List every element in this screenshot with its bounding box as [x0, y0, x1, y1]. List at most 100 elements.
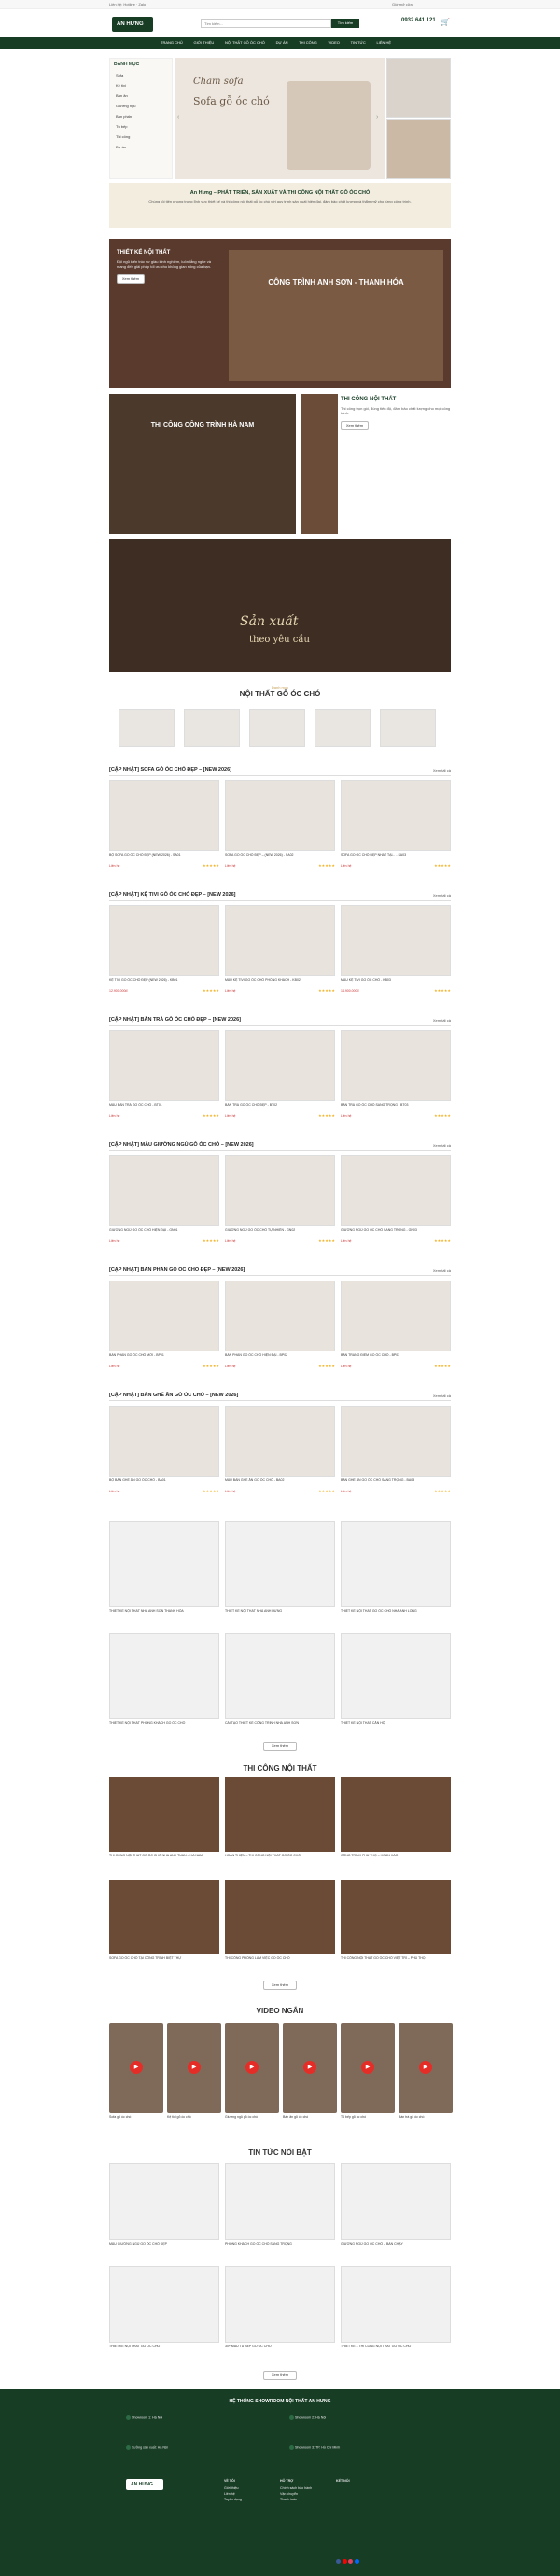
card[interactable]: THI CÔNG PHÒNG LÀM VIỆC GỖ ÓC CHÓ: [225, 1880, 335, 1975]
product-name[interactable]: GIƯỜNG NGỦ GỖ ÓC CHÓ HIỆN ĐẠI - GN01: [109, 1228, 219, 1238]
sidebar-item[interactable]: Bàn phấn: [110, 111, 172, 121]
sidebar-item[interactable]: Tủ bếp: [110, 121, 172, 132]
product-name[interactable]: MẪU BÀN GHẾ ĂN GỖ ÓC CHÓ - BA02: [225, 1478, 335, 1488]
product-card[interactable]: SOFA GỖ ÓC CHÓ ĐẸP – (NEW 2026) - SA02 Li…: [225, 780, 335, 874]
card-title[interactable]: THIẾT KẾ NỘI THẤT GỖ ÓC CHÓ NHÀ ANH LONG: [341, 1609, 451, 1620]
product-name[interactable]: MẪU KỆ TIVI GỖ ÓC CHÓ - KB03: [341, 978, 451, 987]
product-name[interactable]: BÀN TRÀ GỖ ÓC CHÓ ĐẸP - BT02: [225, 1103, 335, 1113]
sidebar-item[interactable]: Kệ tivi: [110, 80, 172, 91]
card-title[interactable]: GIƯỜNG NGỦ GỖ ÓC CHÓ – BÁN CHẠY: [341, 2242, 451, 2253]
hero-side-image-2[interactable]: [386, 119, 451, 179]
production-banner[interactable]: Sản xuất theo yêu cầu: [109, 539, 451, 672]
card[interactable]: THIẾT KẾ – THI CÔNG NỘI THẤT GỖ ÓC CHÓ: [341, 2266, 451, 2361]
card-image[interactable]: [225, 1633, 335, 1719]
product-card[interactable]: GIƯỜNG NGỦ GỖ ÓC CHÓ HIỆN ĐẠI - GN01 Liên…: [109, 1155, 219, 1249]
product-card[interactable]: BÀN PHẤN GỖ ÓC CHÓ HIỆN ĐẠI - BP02 Liên h…: [225, 1281, 335, 1374]
card-title[interactable]: MẪU GIƯỜNG NGỦ GỖ ÓC CHÓ ĐẸP: [109, 2242, 219, 2253]
nav-news[interactable]: TIN TỨC: [351, 40, 366, 45]
product-image[interactable]: [341, 780, 451, 851]
card[interactable]: CÔNG TRÌNH PHÚ THỌ – HOÀN HẢO: [341, 1777, 451, 1872]
card-title[interactable]: THIẾT KẾ NỘI THẤT PHÒNG KHÁCH GỖ ÓC CHÓ: [109, 1721, 219, 1732]
card-image[interactable]: [225, 1521, 335, 1607]
card-image[interactable]: [109, 2163, 219, 2240]
news-more-button[interactable]: Xem thêm: [263, 2371, 297, 2380]
projects-more-button[interactable]: Xem thêm: [263, 1742, 297, 1751]
category-thumb[interactable]: [119, 709, 175, 747]
product-name[interactable]: BÀN TRANG ĐIỂM GỖ ÓC CHÓ - BP03: [341, 1353, 451, 1363]
card[interactable]: GIƯỜNG NGỦ GỖ ÓC CHÓ – BÁN CHẠY: [341, 2163, 451, 2259]
logo[interactable]: AN HƯNG: [112, 17, 153, 32]
search-button[interactable]: Tìm kiếm: [331, 19, 359, 28]
search-input[interactable]: [201, 19, 331, 28]
product-image[interactable]: [225, 1281, 335, 1351]
view-all-link[interactable]: Xem tất cả: [433, 1268, 451, 1273]
product-image[interactable]: [109, 780, 219, 851]
footer-link[interactable]: Thanh toán: [280, 2498, 297, 2502]
hotline-number[interactable]: 0932 641 121: [401, 18, 436, 23]
card[interactable]: PHÒNG KHÁCH GỖ ÓC CHÓ SANG TRỌNG: [225, 2163, 335, 2259]
card-image[interactable]: [109, 1880, 219, 1954]
view-all-link[interactable]: Xem tất cả: [433, 1018, 451, 1023]
product-card[interactable]: BÀN TRANG ĐIỂM GỖ ÓC CHÓ - BP03 Liên hệ ★★…: [341, 1281, 451, 1374]
video-card[interactable]: ▶ Tủ bếp gỗ óc chó: [341, 2023, 395, 2124]
product-name[interactable]: BỘ BÀN GHẾ ĂN GỖ ÓC CHÓ - BA01: [109, 1478, 219, 1488]
card[interactable]: THIẾT KẾ NỘI THẤT PHÒNG KHÁCH GỖ ÓC CHÓ: [109, 1633, 219, 1738]
product-image[interactable]: [109, 1281, 219, 1351]
card-image[interactable]: [109, 1521, 219, 1607]
card[interactable]: SOFA GỖ ÓC CHÓ TẠI CÔNG TRÌNH BIỆT THỰ: [109, 1880, 219, 1975]
footer-link[interactable]: Chính sách bảo hành: [280, 2486, 312, 2491]
nav-video[interactable]: VIDEO: [328, 40, 339, 45]
construction-more-button[interactable]: Xem thêm: [341, 421, 369, 430]
hero-side-image-1[interactable]: [386, 58, 451, 118]
product-name[interactable]: GIƯỜNG NGỦ GỖ ÓC CHÓ SANG TRỌNG - GN03: [341, 1228, 451, 1238]
product-name[interactable]: BÀN PHẤN GỖ ÓC CHÓ MỚI - BP01: [109, 1353, 219, 1363]
card-title[interactable]: THI CÔNG PHÒNG LÀM VIỆC GỖ ÓC CHÓ: [225, 1956, 335, 1967]
card-image[interactable]: [341, 1777, 451, 1852]
card-image[interactable]: [341, 1521, 451, 1607]
card-title[interactable]: THIẾT KẾ NỘI THẤT CĂN HỘ: [341, 1721, 451, 1732]
card[interactable]: HOÀN THIỆN – THI CÔNG NỘI THẤT GỖ ÓC CHÓ: [225, 1777, 335, 1872]
cart-icon[interactable]: 🛒: [441, 18, 450, 26]
video-card[interactable]: ▶ Bàn ăn gỗ óc chó: [283, 2023, 337, 2124]
card-title[interactable]: PHÒNG KHÁCH GỖ ÓC CHÓ SANG TRỌNG: [225, 2242, 335, 2253]
product-name[interactable]: BÀN GHẾ ĂN GỖ ÓC CHÓ SANG TRỌNG - BA03: [341, 1478, 451, 1488]
card-title[interactable]: CÔNG TRÌNH PHÚ THỌ – HOÀN HẢO: [341, 1854, 451, 1865]
card-image[interactable]: [225, 1880, 335, 1954]
product-card[interactable]: KỆ TIVI GỖ ÓC CHÓ ĐẸP (NEW 2026) - KB01 1…: [109, 905, 219, 999]
card[interactable]: THIẾT KẾ NỘI THẤT NHÀ ANH SƠN THANH HÓA: [109, 1521, 219, 1626]
play-icon[interactable]: ▶: [361, 2061, 374, 2074]
play-icon[interactable]: ▶: [303, 2061, 316, 2074]
product-image[interactable]: [225, 1155, 335, 1226]
product-card[interactable]: GIƯỜNG NGỦ GỖ ÓC CHÓ TỰ NHIÊN - GN02 Liên…: [225, 1155, 335, 1249]
card[interactable]: THIẾT KẾ NỘI THẤT CĂN HỘ: [341, 1633, 451, 1738]
design-banner[interactable]: CÔNG TRÌNH ANH SƠN - THANH HÓA: [229, 250, 443, 381]
product-card[interactable]: BỘ BÀN GHẾ ĂN GỖ ÓC CHÓ - BA01 Liên hệ ★★★…: [109, 1406, 219, 1499]
card-title[interactable]: THIẾT KẾ NỘI THẤT NHÀ ANH SƠN THANH HÓA: [109, 1609, 219, 1620]
play-icon[interactable]: ▶: [245, 2061, 259, 2074]
footer-link[interactable]: Liên hệ: [224, 2492, 235, 2497]
card[interactable]: THIẾT KẾ NỘI THẤT GỖ ÓC CHÓ: [109, 2266, 219, 2361]
zalo-icon[interactable]: [355, 2559, 360, 2564]
category-thumb[interactable]: [184, 709, 240, 747]
product-card[interactable]: SOFA GỖ ÓC CHÓ ĐẸP NHẤT TẠI... - SA03 Liê…: [341, 780, 451, 874]
product-card[interactable]: BÀN PHẤN GỖ ÓC CHÓ MỚI - BP01 Liên hệ ★★★★…: [109, 1281, 219, 1374]
product-card[interactable]: GIƯỜNG NGỦ GỖ ÓC CHÓ SANG TRỌNG - GN03 Li…: [341, 1155, 451, 1249]
card-title[interactable]: THI CÔNG NỘI THẤT GỖ ÓC CHÓ VIỆT TRÌ – P…: [341, 1956, 451, 1967]
product-image[interactable]: [109, 1155, 219, 1226]
product-card[interactable]: MẪU BÀN TRÀ GỖ ÓC CHÓ - BT01 Liên hệ ★★★★★: [109, 1030, 219, 1124]
product-card[interactable]: MẪU KỆ TIVI GỖ ÓC CHÓ - KB03 14.900.000đ ★…: [341, 905, 451, 999]
card-image[interactable]: [341, 1880, 451, 1954]
product-name[interactable]: GIƯỜNG NGỦ GỖ ÓC CHÓ TỰ NHIÊN - GN02: [225, 1228, 335, 1238]
video-card[interactable]: ▶ Giường ngủ gỗ óc chó: [225, 2023, 279, 2124]
card-image[interactable]: [341, 2163, 451, 2240]
video-card[interactable]: ▶ Bàn trà gỗ óc chó: [399, 2023, 453, 2124]
product-image[interactable]: [341, 1155, 451, 1226]
video-card[interactable]: ▶ Kệ tivi gỗ óc chó: [167, 2023, 221, 2124]
category-thumb[interactable]: [380, 709, 436, 747]
nav-projects[interactable]: DỰ ÁN: [276, 40, 288, 45]
sidebar-item[interactable]: Thi công: [110, 132, 172, 142]
construction-banner[interactable]: THI CÔNG CÔNG TRÌNH HÀ NAM: [109, 394, 296, 534]
product-card[interactable]: MẪU KỆ TIVI GỖ ÓC CHÓ PHÒNG KHÁCH - KB02…: [225, 905, 335, 999]
product-image[interactable]: [109, 1030, 219, 1101]
nav-walnut[interactable]: NỘI THẤT GỖ ÓC CHÓ: [225, 40, 265, 45]
